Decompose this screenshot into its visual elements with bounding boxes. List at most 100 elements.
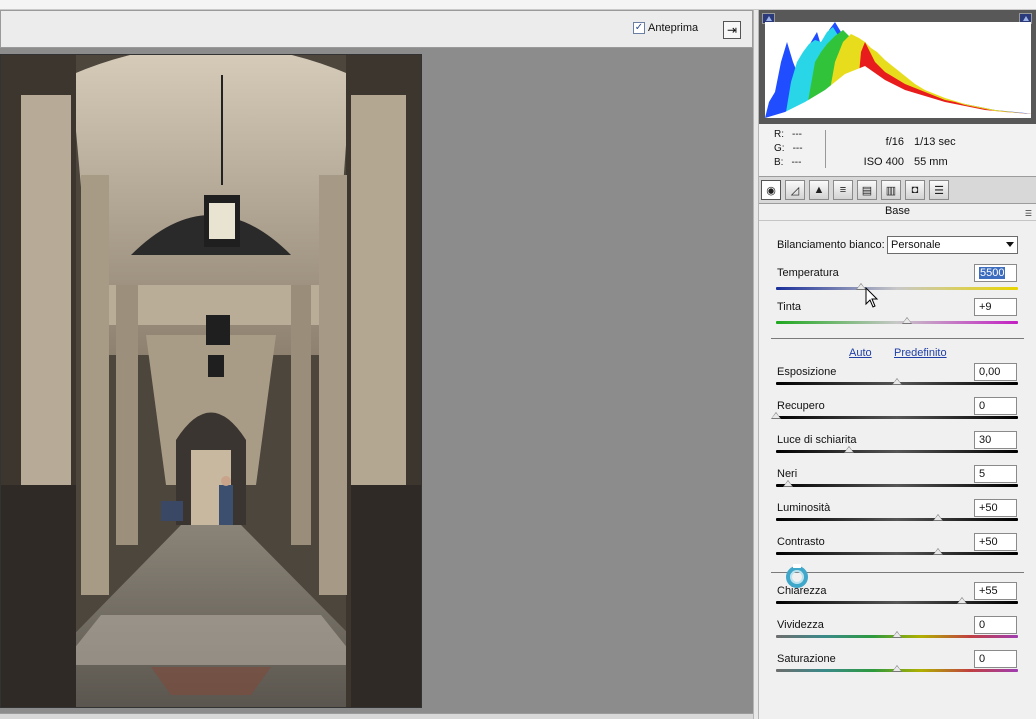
saturation-slider[interactable]	[776, 665, 1018, 672]
contrast-slider-thumb[interactable]	[933, 548, 944, 555]
brightness-slider[interactable]	[776, 514, 1018, 521]
g-value: ---	[792, 143, 803, 154]
recovery-value: 0	[979, 400, 986, 412]
recovery-label: Recupero	[777, 400, 825, 412]
readout-divider	[825, 130, 826, 168]
mouse-cursor-icon	[865, 287, 879, 308]
temperature-field[interactable]: 5500	[974, 264, 1017, 282]
fullscreen-toggle-button[interactable]: ⇥	[723, 21, 741, 39]
brightness-label: Luminosità	[777, 502, 831, 514]
histogram-graph	[765, 22, 1031, 118]
tab-lens-corrections[interactable]: ▥	[881, 180, 901, 200]
brightness-slider-thumb[interactable]	[933, 514, 944, 521]
status-bar	[0, 713, 753, 719]
camera-calibration-icon: ◘	[911, 184, 919, 196]
default-link[interactable]: Predefinito	[894, 347, 947, 359]
preview-checkbox[interactable]: ✓	[633, 22, 645, 34]
tint-value: +9	[979, 301, 992, 313]
fill-field[interactable]: 30	[974, 431, 1017, 449]
focal-length-value: 55 mm	[914, 156, 948, 168]
tint-field[interactable]: +9	[974, 298, 1017, 316]
blacks-slider-thumb[interactable]	[783, 480, 794, 487]
tab-hsl[interactable]: ≡	[833, 180, 853, 200]
fill-slider[interactable]	[776, 446, 1018, 453]
detail-icon: ▲	[813, 184, 825, 196]
auto-link[interactable]: Auto	[849, 347, 872, 359]
recovery-slider-thumb[interactable]	[771, 412, 781, 419]
exposure-label: Esposizione	[777, 366, 837, 378]
recovery-field[interactable]: 0	[974, 397, 1017, 415]
aperture-icon: ◉	[766, 184, 776, 197]
fill-value: 30	[979, 434, 992, 446]
white-balance-label: Bilanciamento bianco:	[777, 239, 885, 251]
tab-basic[interactable]: ◉	[761, 180, 781, 200]
fullscreen-icon: ⇥	[726, 23, 738, 37]
tab-split-toning[interactable]: ▤	[857, 180, 877, 200]
vibrance-value: 0	[979, 619, 986, 631]
camera-readout: R: --- G: --- B: --- f/16 1/13 sec ISO 400 55…	[759, 124, 1036, 176]
white-balance-value: Personale	[891, 239, 941, 251]
preview-label: Anteprima	[648, 22, 699, 34]
b-value: ---	[791, 157, 802, 168]
hsl-icon: ≡	[839, 184, 847, 196]
vibrance-slider[interactable]	[776, 631, 1018, 638]
arcade-photo	[1, 55, 421, 707]
exposure-slider[interactable]	[776, 378, 1018, 385]
panel-menu-icon[interactable]: ☰	[1025, 206, 1032, 221]
histogram	[759, 10, 1036, 124]
white-balance-select[interactable]: Personale	[887, 236, 1018, 254]
lens-corrections-icon: ▥	[885, 184, 897, 197]
temperature-slider[interactable]	[776, 283, 1018, 290]
split-toning-icon: ▤	[861, 184, 873, 197]
tint-slider[interactable]	[776, 317, 1018, 324]
tab-detail[interactable]: ▲	[809, 180, 829, 200]
recovery-slider[interactable]	[771, 412, 1018, 419]
chevron-down-icon	[1006, 242, 1014, 247]
temperature-label: Temperatura	[777, 267, 839, 279]
saturation-slider-thumb[interactable]	[892, 665, 902, 672]
temperature-value: 5500	[979, 267, 1006, 279]
clarity-slider[interactable]	[776, 597, 1018, 604]
tint-label: Tinta	[777, 301, 802, 313]
clarity-slider-thumb[interactable]	[957, 597, 968, 604]
blacks-field[interactable]: 5	[974, 465, 1017, 483]
window-top-strip	[0, 0, 1036, 10]
busy-spinner-icon	[786, 564, 808, 588]
contrast-field[interactable]: +50	[974, 533, 1017, 551]
iso-value: ISO 400	[863, 156, 904, 168]
tab-tone-curve[interactable]: ◿	[785, 180, 805, 200]
presets-icon: ☰	[934, 184, 944, 197]
aperture-value: f/16	[885, 136, 904, 148]
exif-info: f/16 1/13 sec ISO 400 55 mm	[854, 132, 956, 172]
blacks-slider[interactable]	[776, 480, 1018, 487]
saturation-field[interactable]: 0	[974, 650, 1017, 668]
exposure-slider-thumb[interactable]	[892, 378, 902, 385]
blacks-label: Neri	[777, 468, 798, 480]
clarity-field[interactable]: +55	[974, 582, 1017, 600]
divider	[771, 572, 1024, 573]
contrast-label: Contrasto	[777, 536, 825, 548]
brightness-field[interactable]: +50	[974, 499, 1017, 517]
exposure-field[interactable]: 0,00	[974, 363, 1017, 381]
panel-title-text: Base	[884, 205, 911, 217]
r-value: ---	[792, 129, 802, 140]
shutter-value: 1/13 sec	[914, 136, 956, 148]
tab-presets[interactable]: ☰	[929, 180, 949, 200]
tab-camera-calibration[interactable]: ◘	[905, 180, 925, 200]
vibrance-slider-thumb[interactable]	[892, 631, 902, 638]
saturation-label: Saturazione	[777, 653, 836, 665]
panel-title: Base ☰	[759, 204, 1036, 221]
photo-preview	[0, 54, 422, 708]
image-canvas[interactable]	[0, 48, 753, 713]
contrast-slider[interactable]	[776, 548, 1018, 555]
fill-slider-thumb[interactable]	[843, 446, 854, 453]
brightness-value: +50	[979, 502, 998, 514]
preview-toggle[interactable]: ✓ Anteprima	[633, 22, 698, 34]
tint-slider-thumb[interactable]	[901, 317, 912, 324]
vibrance-field[interactable]: 0	[974, 616, 1017, 634]
blacks-value: 5	[979, 468, 986, 480]
preview-toolbar: ✓ Anteprima ⇥	[0, 10, 753, 48]
tone-curve-icon: ◿	[790, 184, 800, 197]
rgb-readout: R: --- G: --- B: ---	[774, 128, 803, 170]
exposure-value: 0,00	[979, 366, 1001, 378]
